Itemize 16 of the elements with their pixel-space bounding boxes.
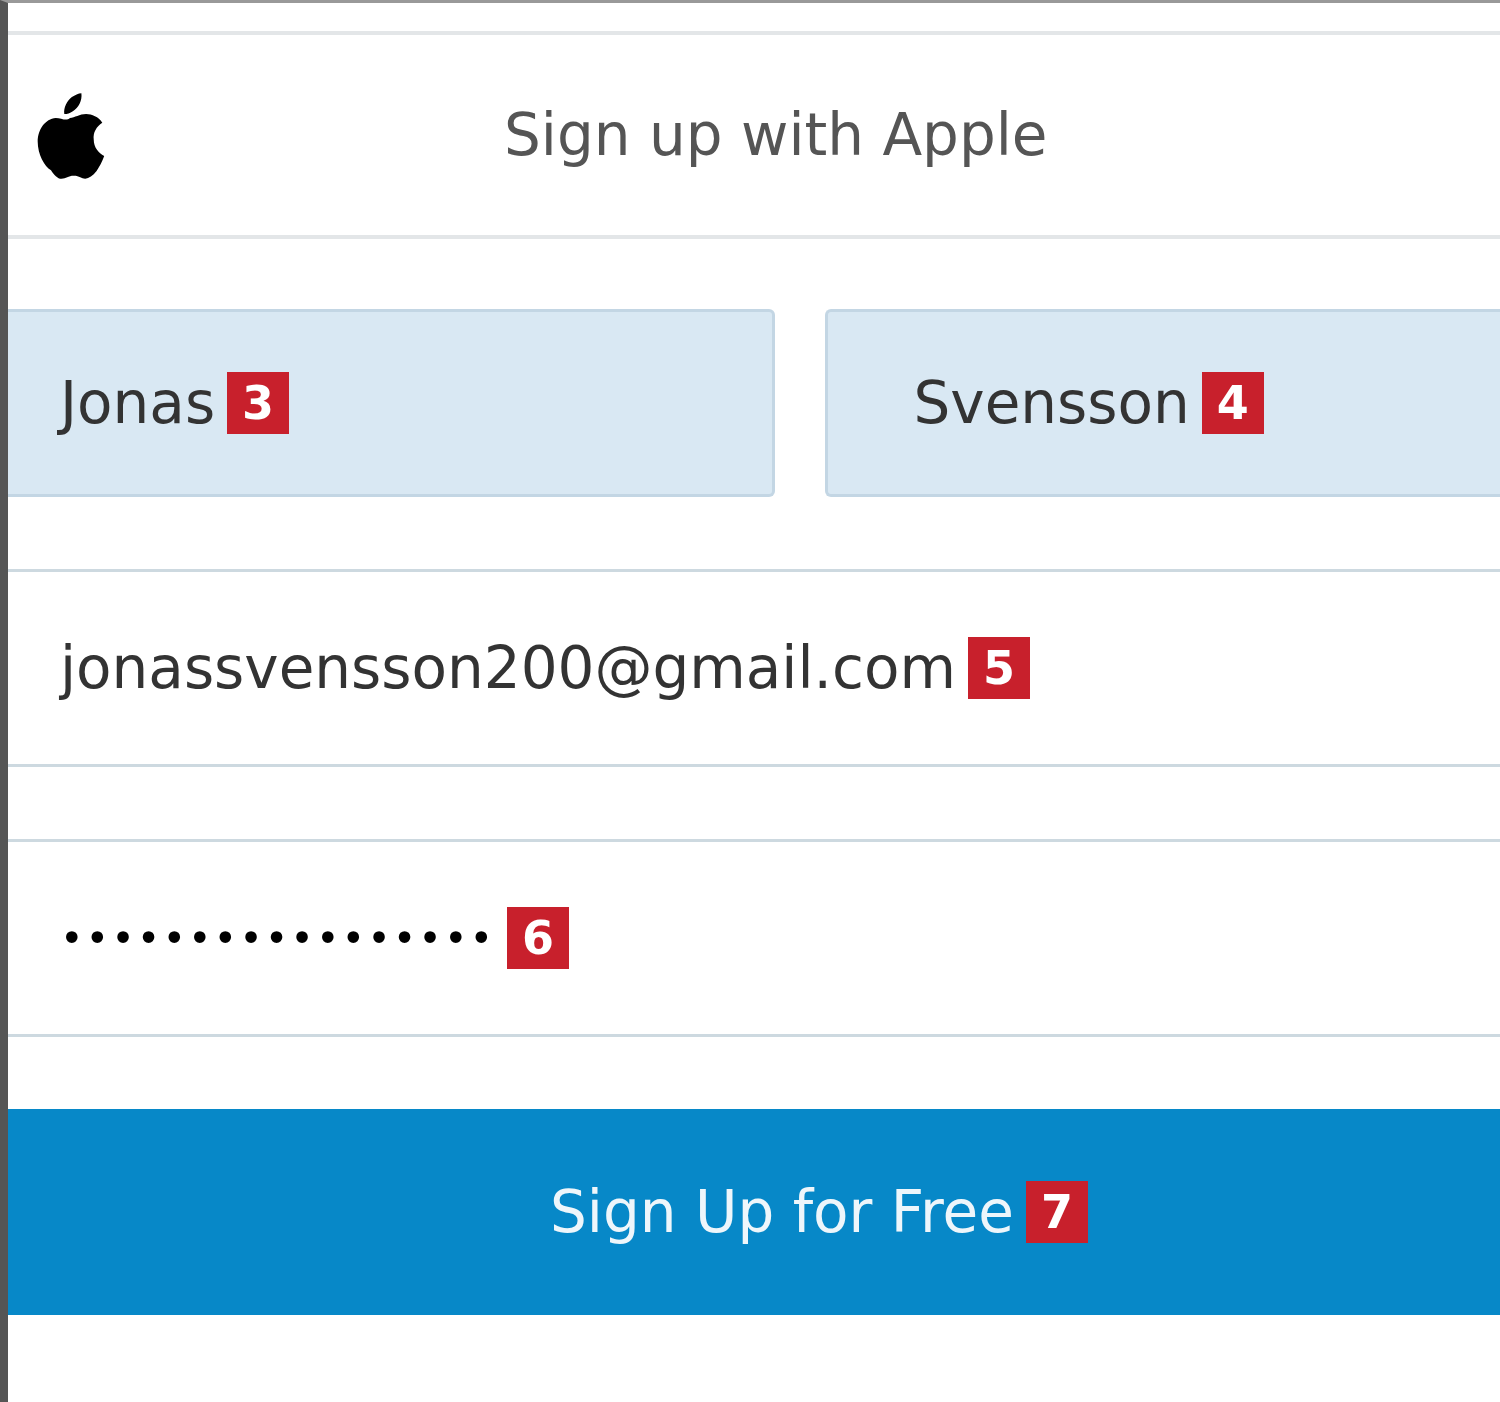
field-value: Svensson	[913, 369, 1190, 437]
signup-button[interactable]: Sign Up for Free 7	[8, 1109, 1500, 1315]
marker-badge: 5	[967, 637, 1030, 699]
marker-badge: 6	[507, 907, 570, 969]
signup-button-label: Sign Up for Free	[550, 1178, 1014, 1246]
marker-badge: 4	[1201, 372, 1264, 434]
apple-signup-button[interactable]: Sign up with Apple	[8, 31, 1500, 239]
name-field[interactable]: Jonas 3	[8, 309, 775, 497]
field-value: jonassvensson200@gmail.com	[60, 634, 956, 702]
apple-button-label: Sign up with Apple	[504, 101, 1048, 169]
marker-badge: 3	[227, 372, 290, 434]
email-field[interactable]: jonassvensson200@gmail.com 5	[8, 569, 1500, 767]
name-field[interactable]: Svensson 4	[824, 309, 1500, 497]
password-field[interactable]: ••••••••••••••••• 6	[8, 839, 1500, 1037]
marker-badge: 7	[1025, 1181, 1088, 1243]
field-value: •••••••••••••••••	[60, 915, 496, 961]
